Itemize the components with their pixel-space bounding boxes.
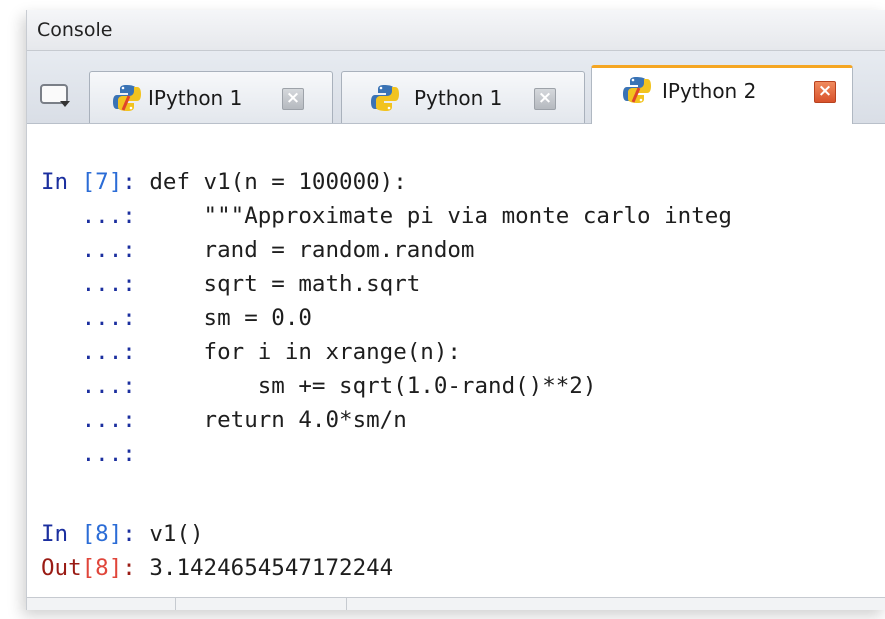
continuation-prompt: ...: [41, 339, 150, 365]
in-prompt-label: In [41, 169, 82, 195]
tab-strip: IPython 1 × Python 1 × IPython 2 × [27, 51, 885, 124]
continuation-line: ...: sqrt = math.sqrt [41, 269, 421, 299]
out-prompt-label: Out [41, 555, 82, 581]
code-text: sqrt = math.sqrt [149, 271, 421, 297]
close-icon[interactable]: × [282, 88, 304, 110]
dropdown-arrow-icon [60, 101, 70, 107]
tab-label: Python 1 [414, 86, 503, 110]
continuation-line: ...: sm = 0.0 [41, 303, 312, 333]
python-logo-icon [371, 85, 399, 111]
tab-python-1[interactable]: Python 1 × [341, 71, 585, 123]
continuation-line: ...: [41, 439, 149, 469]
input-line: In [8]: v1() [41, 519, 204, 549]
continuation-prompt: ...: [41, 203, 150, 229]
tab-label: IPython 2 [662, 79, 757, 103]
title-bar: Console [27, 10, 885, 51]
code-text: def v1(n = 100000): [149, 169, 407, 195]
prompt-colon: : [122, 555, 150, 581]
in-prompt-number: [8] [81, 521, 123, 547]
window-title: Console [37, 19, 113, 41]
close-icon[interactable]: × [534, 88, 556, 110]
continuation-prompt: ...: [41, 237, 150, 263]
in-prompt-number: [7] [81, 169, 123, 195]
close-icon[interactable]: × [814, 81, 836, 103]
continuation-prompt: ...: [41, 407, 150, 433]
output-value: 3.1424654547172244 [149, 555, 394, 581]
input-line: In [7]: def v1(n = 100000): [41, 167, 407, 197]
continuation-line: ...: sm += sqrt(1.0-rand()**2) [41, 371, 597, 401]
console-window: Console IPython 1 × Python 1 × IPython 2… [26, 10, 885, 610]
console-menu-button[interactable] [37, 81, 71, 109]
code-text: return 4.0*sm/n [149, 407, 407, 433]
continuation-prompt: ...: [41, 441, 150, 467]
code-text: for i in xrange(n): [149, 339, 461, 365]
in-prompt-label: In [41, 521, 82, 547]
continuation-line: ...: """Approximate pi via monte carlo i… [41, 201, 732, 231]
continuation-line: ...: return 4.0*sm/n [41, 405, 407, 435]
code-text: rand = random.random [149, 237, 475, 263]
continuation-line: ...: rand = random.random [41, 235, 475, 265]
console-output[interactable]: In [7]: def v1(n = 100000): ...: """Appr… [27, 124, 885, 610]
output-line: Out[8]: 3.1424654547172244 [41, 553, 393, 583]
out-prompt-number: [8] [81, 555, 123, 581]
code-text: v1() [149, 521, 204, 547]
continuation-line: ...: for i in xrange(n): [41, 337, 461, 367]
code-text: sm += sqrt(1.0-rand()**2) [149, 373, 597, 399]
code-text: """Approximate pi via monte carlo integ [149, 203, 732, 229]
code-text: sm = 0.0 [149, 305, 312, 331]
tab-label: IPython 1 [148, 86, 243, 110]
tab-ipython-1[interactable]: IPython 1 × [89, 71, 333, 123]
bottom-scroll-strip[interactable] [27, 597, 885, 610]
continuation-prompt: ...: [41, 271, 150, 297]
python-logo-icon [113, 85, 141, 111]
continuation-prompt: ...: [41, 305, 150, 331]
continuation-prompt: ...: [41, 373, 150, 399]
bottom-strip-segment [175, 598, 347, 610]
python-logo-icon [623, 77, 651, 103]
prompt-colon: : [122, 521, 150, 547]
tab-ipython-2[interactable]: IPython 2 × [591, 65, 853, 124]
prompt-colon: : [122, 169, 150, 195]
